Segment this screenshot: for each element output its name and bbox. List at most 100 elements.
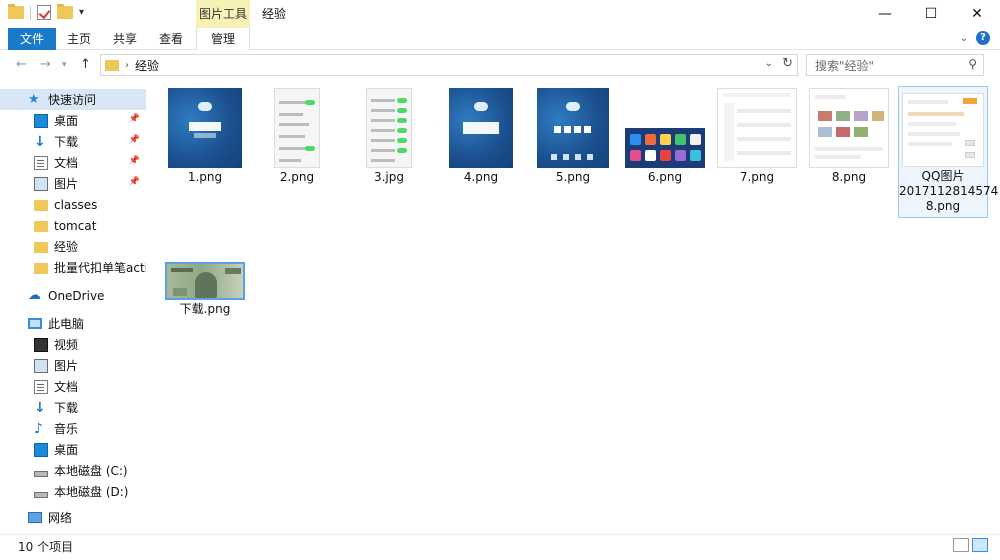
file-thumbnail: [902, 93, 984, 167]
navigation-bar: ← → ▾ ↑ › 经验 ⌄ ↻ 搜索"经验" ⚲: [0, 51, 1000, 79]
document-icon: [34, 155, 48, 170]
file-item[interactable]: 1.png: [160, 88, 250, 185]
sidebar-item-tomcat[interactable]: tomcat: [0, 215, 146, 236]
file-thumbnail: [625, 128, 705, 168]
sidebar-item-batch-action[interactable]: 批量代扣单笔action: [0, 257, 146, 278]
minimize-button[interactable]: —: [862, 0, 908, 28]
pin-icon[interactable]: 📌: [129, 135, 140, 145]
tab-manage[interactable]: 管理: [196, 28, 250, 50]
help-icon[interactable]: ?: [976, 31, 990, 45]
pin-icon[interactable]: 📌: [129, 114, 140, 124]
file-item[interactable]: 4.png: [436, 88, 526, 185]
network-icon: [28, 512, 42, 523]
folder-icon: [34, 263, 48, 274]
maximize-button[interactable]: ☐: [908, 0, 954, 28]
sidebar-item-label: 图片: [54, 359, 79, 373]
breadcrumb-current[interactable]: 经验: [135, 57, 159, 74]
file-item[interactable]: 5.png: [528, 88, 618, 185]
sidebar-item-label: 下载: [54, 401, 79, 415]
back-arrow-icon[interactable]: ←: [16, 57, 27, 72]
file-thumbnail: [168, 88, 242, 168]
file-item[interactable]: 6.png: [620, 88, 710, 185]
download-icon: ↓: [34, 399, 46, 416]
sidebar-item-pc-pictures[interactable]: 图片: [0, 355, 146, 376]
sidebar-item-pc-documents[interactable]: 文档: [0, 376, 146, 397]
sidebar-item-jingyan[interactable]: 经验: [0, 236, 146, 257]
pin-icon[interactable]: 📌: [129, 156, 140, 166]
title-bar: ▾ 图片工具 经验 — ☐ ✕: [0, 0, 1000, 28]
sidebar-item-network[interactable]: 网络: [0, 507, 146, 528]
desktop-icon: [34, 442, 48, 457]
search-input[interactable]: 搜索"经验" ⚲: [806, 54, 984, 76]
file-item[interactable]: 下载.png: [160, 262, 250, 317]
item-count: 10 个项目: [18, 540, 74, 554]
quick-access-toolbar: ▾: [8, 4, 84, 20]
file-name: 2.png: [279, 170, 315, 184]
folder-icon[interactable]: [8, 4, 24, 19]
file-name-line: 2017112814574: [899, 184, 999, 198]
file-item[interactable]: 7.png: [712, 88, 802, 185]
tab-share[interactable]: 共享: [108, 28, 142, 50]
sidebar-item-drive-c[interactable]: 本地磁盘 (C:): [0, 460, 146, 481]
sidebar-item-documents[interactable]: 文档 📌: [0, 152, 146, 173]
file-name-line: 8.png: [925, 199, 961, 213]
sidebar-item-pc-downloads[interactable]: ↓ 下载: [0, 397, 146, 418]
file-item[interactable]: 8.png: [804, 88, 894, 185]
up-arrow-icon[interactable]: ↑: [80, 57, 91, 72]
file-name: 7.png: [739, 170, 775, 184]
chevron-right-icon[interactable]: ›: [125, 60, 129, 71]
sidebar-item-quick-access[interactable]: ★ 快速访问: [0, 89, 146, 110]
details-view-icon[interactable]: [953, 538, 969, 552]
customize-toolbar-icon[interactable]: ▾: [79, 7, 84, 18]
ribbon-tabs: 文件 主页 共享 查看 管理 ⌄ ?: [0, 28, 1000, 50]
folder-icon: [34, 221, 48, 232]
sidebar-item-pc-desktop[interactable]: 桌面: [0, 439, 146, 460]
sidebar-item-downloads[interactable]: ↓ 下载 📌: [0, 131, 146, 152]
expand-ribbon-icon[interactable]: ⌄: [960, 33, 968, 44]
file-thumbnail: [809, 88, 889, 168]
file-item[interactable]: QQ图片 2017112814574 8.png: [898, 86, 999, 218]
search-icon[interactable]: ⚲: [968, 57, 977, 71]
tab-file[interactable]: 文件: [8, 28, 56, 50]
sidebar-item-onedrive[interactable]: ☁ OneDrive: [0, 285, 146, 306]
sidebar-item-label: tomcat: [54, 218, 97, 233]
tab-home[interactable]: 主页: [62, 28, 96, 50]
file-name: 8.png: [831, 170, 867, 184]
sidebar-item-label: 经验: [54, 240, 79, 254]
pictures-icon: [34, 176, 48, 191]
navigation-pane: ★ 快速访问 桌面 📌 ↓ 下载 📌 文档 📌 图片 📌 classes tom…: [0, 86, 146, 532]
sidebar-item-label: 视频: [54, 338, 79, 352]
sidebar-item-this-pc[interactable]: 此电脑: [0, 313, 146, 334]
file-list: 1.png 2.png 3.jpg 4.png 5.png 6.png 7.pn…: [148, 86, 999, 532]
sidebar-item-pictures[interactable]: 图片 📌: [0, 173, 146, 194]
file-name: 5.png: [555, 170, 591, 184]
search-placeholder: 搜索"经验": [815, 58, 875, 73]
tab-view[interactable]: 查看: [154, 28, 188, 50]
video-icon: [34, 337, 48, 352]
refresh-icon[interactable]: ↻: [782, 56, 793, 71]
address-bar[interactable]: › 经验 ⌄ ↻: [100, 54, 798, 76]
sidebar-item-drive-d[interactable]: 本地磁盘 (D:): [0, 481, 146, 502]
file-thumbnail: [366, 88, 412, 168]
forward-arrow-icon[interactable]: →: [40, 57, 51, 72]
chevron-down-icon[interactable]: ⌄: [765, 58, 773, 69]
properties-icon[interactable]: [37, 5, 51, 20]
recent-locations-icon[interactable]: ▾: [62, 60, 67, 70]
pin-icon[interactable]: 📌: [129, 177, 140, 187]
music-icon: ♪: [34, 420, 43, 437]
file-name: 下载.png: [179, 302, 231, 316]
sidebar-item-videos[interactable]: 视频: [0, 334, 146, 355]
file-item[interactable]: 2.png: [252, 88, 342, 185]
ribbon-right-controls: ⌄ ?: [960, 31, 990, 45]
sidebar-item-desktop[interactable]: 桌面 📌: [0, 110, 146, 131]
sidebar-item-classes[interactable]: classes: [0, 194, 146, 215]
new-folder-icon[interactable]: [57, 4, 73, 19]
close-button[interactable]: ✕: [954, 0, 1000, 28]
cloud-icon: ☁: [28, 287, 41, 303]
sidebar-item-label: 图片: [54, 177, 79, 191]
file-item[interactable]: 3.jpg: [344, 88, 434, 185]
sidebar-item-music[interactable]: ♪ 音乐: [0, 418, 146, 439]
large-icons-view-icon[interactable]: [972, 538, 988, 552]
view-toggles: [953, 538, 988, 552]
sidebar-item-label: classes: [54, 197, 98, 212]
